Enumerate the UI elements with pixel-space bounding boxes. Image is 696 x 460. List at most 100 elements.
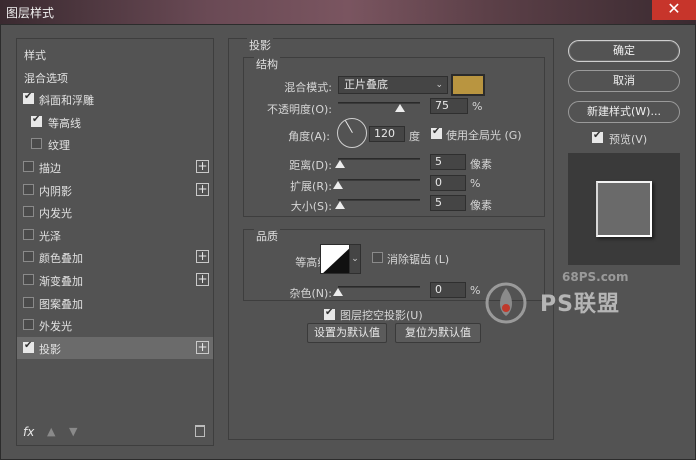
distance-unit: 像素 bbox=[470, 158, 492, 171]
contour-curve bbox=[323, 246, 351, 273]
style-item-label: 内阴影 bbox=[39, 184, 72, 198]
style-item[interactable]: 斜面和浮雕 bbox=[17, 88, 213, 110]
checkbox-icon[interactable] bbox=[31, 114, 42, 127]
style-item-label: 光泽 bbox=[39, 229, 61, 243]
ok-button[interactable]: 确定 bbox=[568, 40, 680, 62]
spread-input[interactable]: 0 bbox=[430, 175, 466, 191]
distance-slider[interactable] bbox=[338, 158, 420, 160]
angle-input[interactable]: 120 bbox=[369, 126, 405, 142]
style-preview bbox=[568, 153, 680, 265]
checkbox-icon[interactable] bbox=[23, 274, 34, 285]
style-item[interactable]: 渐变叠加 + bbox=[17, 269, 213, 291]
close-icon: ✕ bbox=[667, 0, 681, 18]
spread-unit: % bbox=[470, 177, 481, 190]
arrow-down-icon[interactable]: ▼ bbox=[69, 425, 77, 438]
opacity-input[interactable]: 75 bbox=[430, 98, 468, 114]
checkbox-icon[interactable] bbox=[23, 251, 34, 263]
blend-mode-dropdown[interactable]: 正片叠底 ⌄ bbox=[338, 76, 448, 94]
contour-dropdown[interactable]: ⌄ bbox=[349, 244, 361, 274]
plus-icon[interactable]: + bbox=[196, 182, 209, 196]
style-item[interactable]: 等高线 bbox=[17, 111, 213, 133]
watermark: 68PS.com PS联盟 bbox=[480, 266, 640, 336]
checkbox-icon[interactable] bbox=[23, 91, 34, 105]
preview-tile bbox=[596, 181, 652, 237]
style-item-label: 纹理 bbox=[48, 139, 70, 153]
style-item[interactable]: 描边 + bbox=[17, 156, 213, 178]
chevron-down-icon: ⌄ bbox=[435, 80, 443, 90]
global-light-label: 使用全局光 (G) bbox=[446, 129, 522, 142]
style-list-footer: fx ▲ ▼ bbox=[17, 419, 213, 445]
close-button[interactable]: ✕ bbox=[652, 0, 696, 20]
trash-icon[interactable] bbox=[195, 425, 205, 437]
style-item[interactable]: 光泽 bbox=[17, 224, 213, 246]
style-item-label: 描边 bbox=[39, 162, 61, 175]
knockout-checkbox[interactable] bbox=[324, 307, 335, 320]
shadow-color-swatch[interactable] bbox=[451, 74, 485, 96]
size-slider[interactable] bbox=[338, 199, 420, 201]
make-default-button[interactable]: 设置为默认值 bbox=[307, 323, 387, 343]
spread-label: 扩展(R): bbox=[290, 180, 332, 193]
style-item-label: 内发光 bbox=[39, 207, 72, 221]
section-title: 投影 bbox=[247, 37, 273, 53]
style-item-label: 图案叠加 bbox=[39, 297, 83, 311]
blend-mode-label: 混合模式: bbox=[284, 81, 332, 94]
checkbox-icon[interactable] bbox=[23, 183, 34, 195]
quality-title: 品质 bbox=[254, 228, 280, 244]
style-item[interactable]: 内发光 bbox=[17, 201, 213, 223]
noise-slider-thumb[interactable] bbox=[333, 288, 343, 296]
opacity-unit: % bbox=[472, 100, 483, 113]
antialias-label: 消除锯齿 (L) bbox=[387, 253, 450, 266]
distance-slider-thumb[interactable] bbox=[334, 160, 345, 168]
style-item[interactable]: 混合选项 bbox=[17, 66, 213, 88]
style-item[interactable]: 纹理 bbox=[17, 133, 213, 155]
style-item[interactable]: 颜色叠加 + bbox=[17, 246, 213, 268]
spread-slider-thumb[interactable] bbox=[333, 181, 343, 189]
noise-label: 杂色(N): bbox=[289, 287, 332, 300]
watermark-brand: PS联盟 bbox=[540, 292, 620, 317]
size-input[interactable]: 5 bbox=[430, 195, 466, 211]
style-item[interactable]: 投影 + bbox=[17, 336, 213, 359]
plus-icon[interactable]: + bbox=[196, 340, 209, 354]
reset-default-button[interactable]: 复位为默认值 bbox=[395, 323, 481, 343]
plus-icon[interactable]: + bbox=[196, 273, 209, 286]
plus-icon[interactable]: + bbox=[196, 250, 209, 264]
noise-slider[interactable] bbox=[338, 286, 420, 288]
new-style-button[interactable]: 新建样式(W)... bbox=[568, 101, 680, 123]
checkbox-icon[interactable] bbox=[23, 206, 34, 218]
title-bar: 图层样式 ✕ bbox=[0, 0, 696, 24]
style-item[interactable]: 内阴影 + bbox=[17, 179, 213, 201]
distance-input[interactable]: 5 bbox=[430, 154, 466, 170]
style-item-label: 混合选项 bbox=[24, 71, 68, 85]
global-light-checkbox[interactable] bbox=[431, 126, 442, 139]
size-slider-thumb[interactable] bbox=[334, 201, 345, 209]
knockout-label: 图层挖空投影(U) bbox=[340, 309, 423, 322]
spread-slider[interactable] bbox=[338, 179, 420, 181]
size-label: 大小(S): bbox=[290, 200, 332, 213]
opacity-slider-thumb[interactable] bbox=[394, 104, 405, 112]
style-item[interactable]: 图案叠加 bbox=[17, 292, 213, 314]
noise-unit: % bbox=[470, 284, 481, 297]
checkbox-icon[interactable] bbox=[31, 138, 42, 150]
cancel-button[interactable]: 取消 bbox=[568, 70, 680, 92]
noise-input[interactable]: 0 bbox=[430, 282, 466, 298]
angle-dial-icon[interactable] bbox=[337, 118, 367, 148]
plus-icon[interactable]: + bbox=[196, 160, 209, 173]
preview-checkbox[interactable] bbox=[592, 130, 603, 143]
fx-icon[interactable]: fx bbox=[23, 425, 34, 439]
checkbox-icon[interactable] bbox=[23, 161, 34, 172]
window-title: 图层样式 bbox=[6, 6, 55, 20]
checkbox-icon[interactable] bbox=[23, 296, 34, 308]
contour-icon[interactable] bbox=[320, 244, 352, 274]
antialias-checkbox[interactable] bbox=[372, 252, 383, 263]
checkbox-icon[interactable] bbox=[23, 319, 34, 331]
style-item-label: 投影 bbox=[39, 342, 61, 356]
arrow-up-icon[interactable]: ▲ bbox=[47, 425, 55, 438]
opacity-label: 不透明度(O): bbox=[267, 103, 332, 116]
opacity-slider[interactable] bbox=[338, 102, 420, 104]
style-item[interactable]: 外发光 bbox=[17, 314, 213, 336]
preview-label: 预览(V) bbox=[609, 133, 648, 146]
checkbox-icon[interactable] bbox=[23, 340, 34, 353]
size-unit: 像素 bbox=[470, 199, 492, 212]
style-item[interactable]: 样式 bbox=[17, 43, 213, 65]
checkbox-icon[interactable] bbox=[23, 228, 34, 240]
